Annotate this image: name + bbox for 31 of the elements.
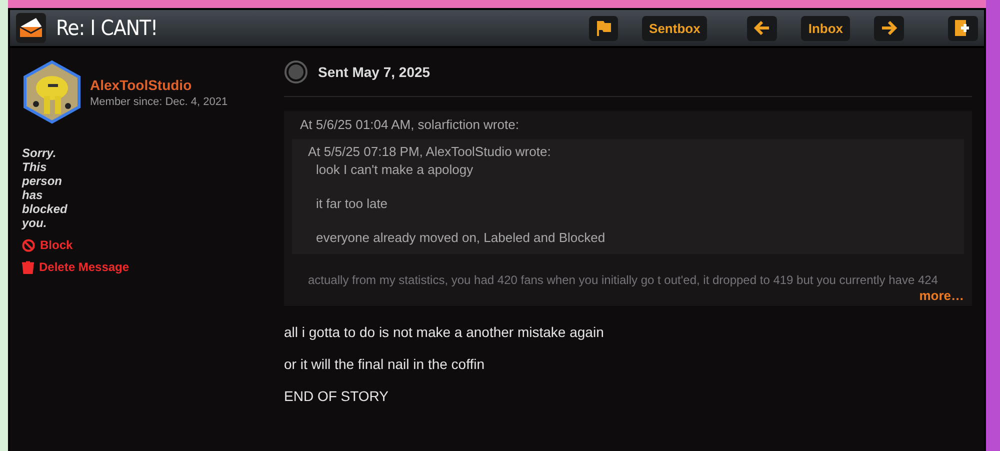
arrow-left-icon: [754, 21, 770, 35]
window-title: Re: I CANT!: [56, 16, 159, 40]
message-line: or it will the final nail in the coffin: [284, 356, 486, 372]
envelope-logo-icon: [16, 13, 46, 43]
faded-quote-line: actually from my statistics, you had 420 fans when you initially go t out'ed, it dropped to 419 but you currently have 424: [307, 272, 939, 288]
sent-date: Sent May 7, 2025: [318, 64, 430, 80]
next-button[interactable]: [874, 16, 904, 40]
block-link[interactable]: Block: [22, 238, 272, 252]
delete-link[interactable]: Delete Message: [22, 260, 272, 274]
flag-button[interactable]: [589, 16, 618, 40]
nav-button[interactable]: Inbox: [801, 16, 850, 40]
compose-icon: [955, 20, 971, 36]
previous-button[interactable]: [747, 16, 778, 40]
quote-line: look I can't make a apology: [315, 162, 474, 178]
arrow-right-icon: [881, 21, 897, 35]
status-icon: [284, 60, 308, 84]
block-icon: [22, 238, 35, 252]
flag-icon: [596, 20, 612, 36]
trash-icon: [22, 260, 34, 274]
more-link[interactable]: more…: [919, 288, 964, 304]
username-link[interactable]: AlexToolStudio: [90, 76, 228, 92]
message-line: END OF STORY: [284, 388, 390, 404]
quote-line: it far too late: [315, 196, 389, 212]
message-line: all i gotta to do is not make a another mistake again: [284, 324, 605, 340]
quote-header: At 5/5/25 07:18 PM, AlexToolStudio wrote:: [308, 144, 552, 160]
compose-button[interactable]: [948, 16, 978, 40]
quote-header: At 5/6/25 01:04 AM, solarfiction wrote:: [299, 117, 520, 133]
member-since-text: Member since: Dec. 4, 2021: [90, 96, 228, 108]
quote-line: everyone already moved on, Labeled and Blocked: [315, 230, 606, 246]
nav-button[interactable]: Sentbox: [642, 16, 708, 40]
blocked-notice: Sorry. This person has blocked you.: [22, 146, 68, 230]
